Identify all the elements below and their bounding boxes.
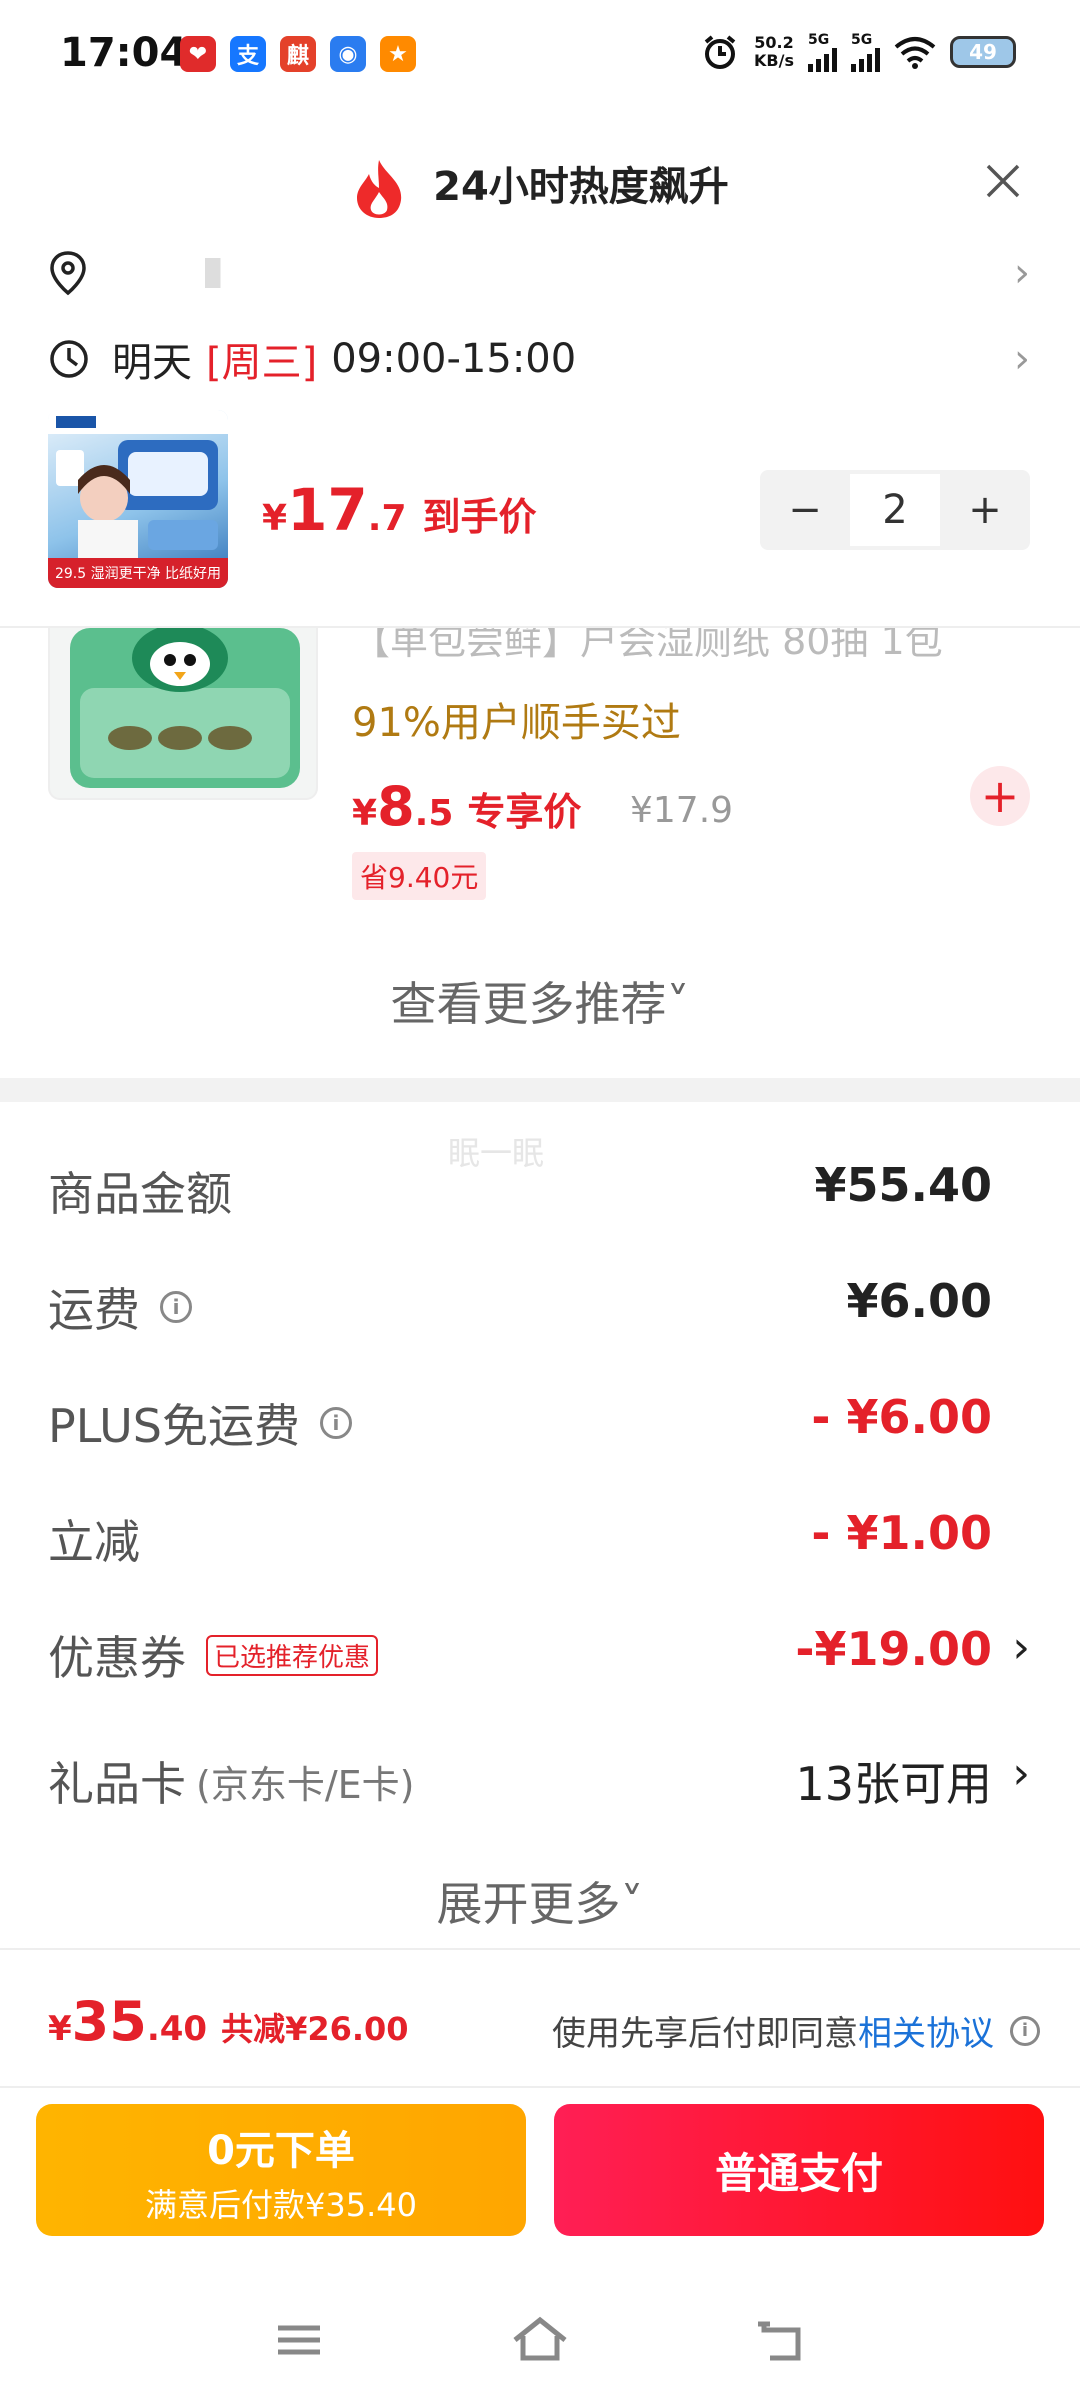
close-icon[interactable] <box>976 154 1030 208</box>
app-red-icon: ❤ <box>180 36 216 72</box>
recommend-product-image[interactable] <box>48 628 318 800</box>
battery-icon: 49 <box>950 36 1016 68</box>
alipay-icon: 支 <box>230 36 266 72</box>
goods-amount-value: ¥55.40 <box>814 1158 992 1212</box>
signal-2: 5G <box>851 32 880 72</box>
total-bar: ¥35.40 共减¥26.00 使用先享后付即同意 相关协议 i <box>0 1948 1080 2088</box>
coupon-row[interactable]: 优惠券 已选推荐优惠 -¥19.00 › <box>48 1614 1030 1685</box>
quantity-value[interactable]: 2 <box>850 474 940 546</box>
app-orange-icon: 麒 <box>280 36 316 72</box>
delivery-day: 明天 <box>112 340 192 386</box>
signal-1: 5G <box>808 32 837 72</box>
coupon-recommended-badge: 已选推荐优惠 <box>206 1634 379 1676</box>
info-icon[interactable]: i <box>1010 2015 1040 2046</box>
agreement-notice: 使用先享后付即同意 相关协议 i <box>552 2006 1040 2055</box>
system-nav-bar <box>0 2290 1080 2400</box>
location-pin-icon <box>50 251 86 296</box>
clock-icon <box>50 340 88 378</box>
expand-more-link[interactable]: 展开更多˅ <box>0 1868 1080 1934</box>
total-reduction: 共减¥26.00 <box>221 2010 409 2048</box>
back-icon[interactable] <box>746 2310 816 2370</box>
chevron-right-icon: › <box>1012 1622 1030 1673</box>
hot-banner: 24小时热度飙升 <box>0 130 1080 230</box>
signal-bars-icon <box>808 48 837 72</box>
chevron-right-icon: › <box>1014 336 1030 382</box>
maps-icon: ◉ <box>330 36 366 72</box>
recommend-save-badge: 省9.40元 <box>352 852 487 900</box>
quantity-stepper: − 2 + <box>760 470 1030 550</box>
section-divider <box>0 1078 1080 1102</box>
menu-icon[interactable] <box>264 2310 334 2370</box>
flame-icon <box>357 160 402 218</box>
info-icon[interactable]: i <box>160 1291 192 1323</box>
delivery-weekday: [周三] <box>206 340 318 386</box>
recommend-bought-stat: 91%用户顺手买过 <box>352 700 681 746</box>
info-icon[interactable]: i <box>319 1407 352 1439</box>
increase-button[interactable]: + <box>940 470 1030 550</box>
wipes-package-image <box>70 628 300 788</box>
home-icon[interactable] <box>505 2310 575 2370</box>
shipping-row: 运费 i ¥6.00 <box>48 1274 992 1337</box>
app-runner-icon: ★ <box>380 36 416 72</box>
banner-title: 24小时热度飙升 <box>0 154 1080 220</box>
product-thumbnail[interactable]: 29.5 湿润更干净 比纸好用 <box>48 410 228 588</box>
alarm-icon <box>704 35 736 69</box>
instant-discount-value: - ¥1.00 <box>811 1506 992 1560</box>
coupon-value: -¥19.00 <box>795 1622 992 1676</box>
shipping-value: ¥6.00 <box>846 1274 992 1328</box>
plus-free-shipping-row: PLUS免运费 i - ¥6.00 <box>48 1390 992 1453</box>
sticky-product-bar: 29.5 湿润更干净 比纸好用 ¥17.7 到手价 − 2 + <box>0 398 1080 628</box>
instant-discount-row: 立减 - ¥1.00 <box>48 1506 992 1569</box>
address-text-redacted <box>114 258 874 288</box>
goods-amount-row: 商品金额 ¥55.40 <box>48 1158 992 1221</box>
chevron-down-icon: ˅ <box>620 1877 644 1931</box>
status-app-icons: ❤ 支 麒 ◉ ★ <box>180 36 416 72</box>
total-price: ¥35.40 共减¥26.00 <box>48 1990 409 2053</box>
delivery-range: 09:00-15:00 <box>331 336 577 382</box>
gift-card-available: 13张可用 <box>795 1757 992 1811</box>
wifi-icon <box>894 37 936 69</box>
plus-free-shipping-value: - ¥6.00 <box>811 1390 992 1444</box>
chevron-right-icon: › <box>1014 250 1030 296</box>
net-speed: 50.2 KB/s <box>754 33 794 70</box>
decrease-button[interactable]: − <box>760 470 850 550</box>
chevron-right-icon: › <box>1012 1748 1030 1799</box>
delivery-time-row[interactable]: 明天 [周三] 09:00-15:00 › <box>48 330 1040 388</box>
add-to-cart-button[interactable]: + <box>970 766 1030 826</box>
status-time: 17:04 <box>60 30 188 76</box>
final-price: ¥17.7 到手价 <box>262 476 537 544</box>
chevron-down-icon: ˅ <box>666 977 690 1031</box>
signal-bars-icon <box>851 48 880 72</box>
status-right: 50.2 KB/s 5G 5G 49 <box>700 32 1016 72</box>
recommend-price: ¥8.5 专享价 <box>352 775 582 838</box>
thumbnail-caption: 29.5 湿润更干净 比纸好用 <box>48 558 228 588</box>
more-recommendations-link[interactable]: 查看更多推荐˅ <box>0 968 1080 1034</box>
agreement-link[interactable]: 相关协议 <box>858 2006 994 2055</box>
pay-later-button[interactable]: 0元下单 满意后付款¥35.40 <box>36 2104 526 2236</box>
product-package-image <box>48 410 228 560</box>
recommend-original-price: ¥17.9 <box>630 790 734 831</box>
address-row[interactable]: › <box>48 250 1040 296</box>
gift-card-row[interactable]: 礼品卡 (京东卡/E卡) 13张可用 › <box>48 1740 1030 1811</box>
normal-pay-button[interactable]: 普通支付 <box>554 2104 1044 2236</box>
status-bar: 17:04 ❤ 支 麒 ◉ ★ 50.2 KB/s 5G 5G 49 <box>0 0 1080 110</box>
